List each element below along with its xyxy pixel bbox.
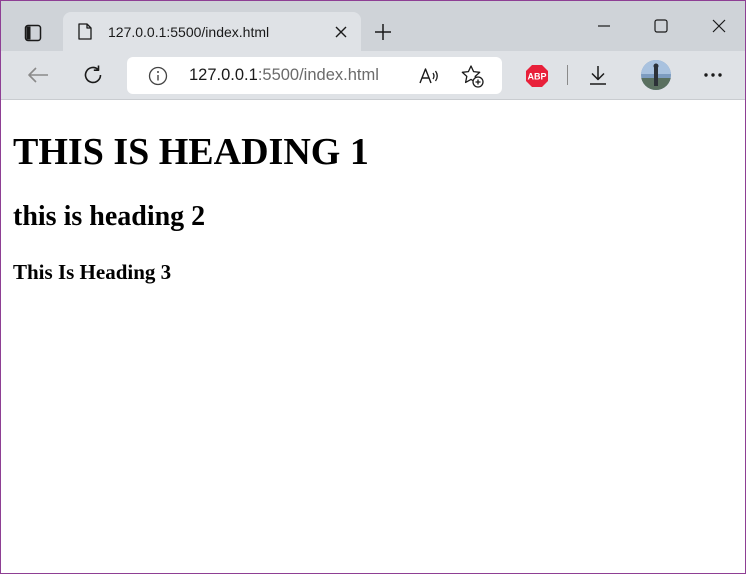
back-button[interactable]	[22, 59, 54, 91]
maximize-button[interactable]	[646, 11, 676, 41]
download-icon	[590, 66, 606, 85]
tab-active[interactable]: 127.0.0.1:5500/index.html	[63, 12, 361, 51]
tab-actions-icon	[24, 24, 42, 42]
refresh-icon	[84, 65, 102, 84]
adblock-plus-icon: ABP	[526, 65, 548, 87]
address-bar[interactable]: 127.0.0.1:5500/index.html	[127, 57, 502, 94]
minimize-button[interactable]	[589, 11, 619, 41]
url-text[interactable]: 127.0.0.1:5500/index.html	[189, 66, 379, 85]
close-icon	[712, 19, 726, 33]
profile-avatar[interactable]	[641, 60, 671, 90]
info-icon[interactable]	[148, 66, 168, 86]
url-path: :5500/index.html	[257, 66, 379, 84]
minimize-icon	[598, 25, 610, 27]
plus-icon	[375, 24, 391, 40]
add-favorite-icon	[461, 65, 484, 88]
adblock-label: ABP	[527, 72, 546, 82]
toolbar-divider	[567, 65, 568, 85]
window-close-button[interactable]	[704, 11, 734, 41]
profile-photo	[641, 60, 671, 90]
back-arrow-icon	[28, 67, 48, 83]
tab-strip: 127.0.0.1:5500/index.html	[1, 1, 745, 51]
browser-window: 127.0.0.1:5500/index.html 127.0.0.1:5500…	[0, 0, 746, 574]
adblock-plus-button[interactable]: ABP	[525, 64, 549, 88]
add-favorite-button[interactable]	[460, 64, 484, 88]
tab-title: 127.0.0.1:5500/index.html	[108, 23, 270, 40]
maximize-icon	[654, 19, 668, 33]
tab-close-button[interactable]	[331, 22, 351, 42]
page-viewport: THIS IS HEADING 1 this is heading 2 This…	[1, 100, 745, 573]
read-aloud-icon	[419, 68, 438, 84]
url-host: 127.0.0.1	[189, 66, 258, 84]
heading-2: this is heading 2	[13, 201, 206, 232]
heading-3: This Is Heading 3	[13, 260, 172, 284]
toolbar: 127.0.0.1:5500/index.html ABP	[1, 51, 745, 100]
refresh-button[interactable]	[77, 59, 109, 91]
more-button[interactable]	[697, 59, 729, 91]
tab-actions-button[interactable]	[15, 19, 51, 47]
page-icon	[78, 23, 94, 41]
close-icon	[335, 26, 347, 38]
more-icon	[704, 73, 722, 77]
heading-1: THIS IS HEADING 1	[13, 131, 369, 173]
downloads-button[interactable]	[582, 59, 614, 91]
new-tab-button[interactable]	[371, 20, 395, 44]
read-aloud-button[interactable]	[417, 64, 441, 88]
